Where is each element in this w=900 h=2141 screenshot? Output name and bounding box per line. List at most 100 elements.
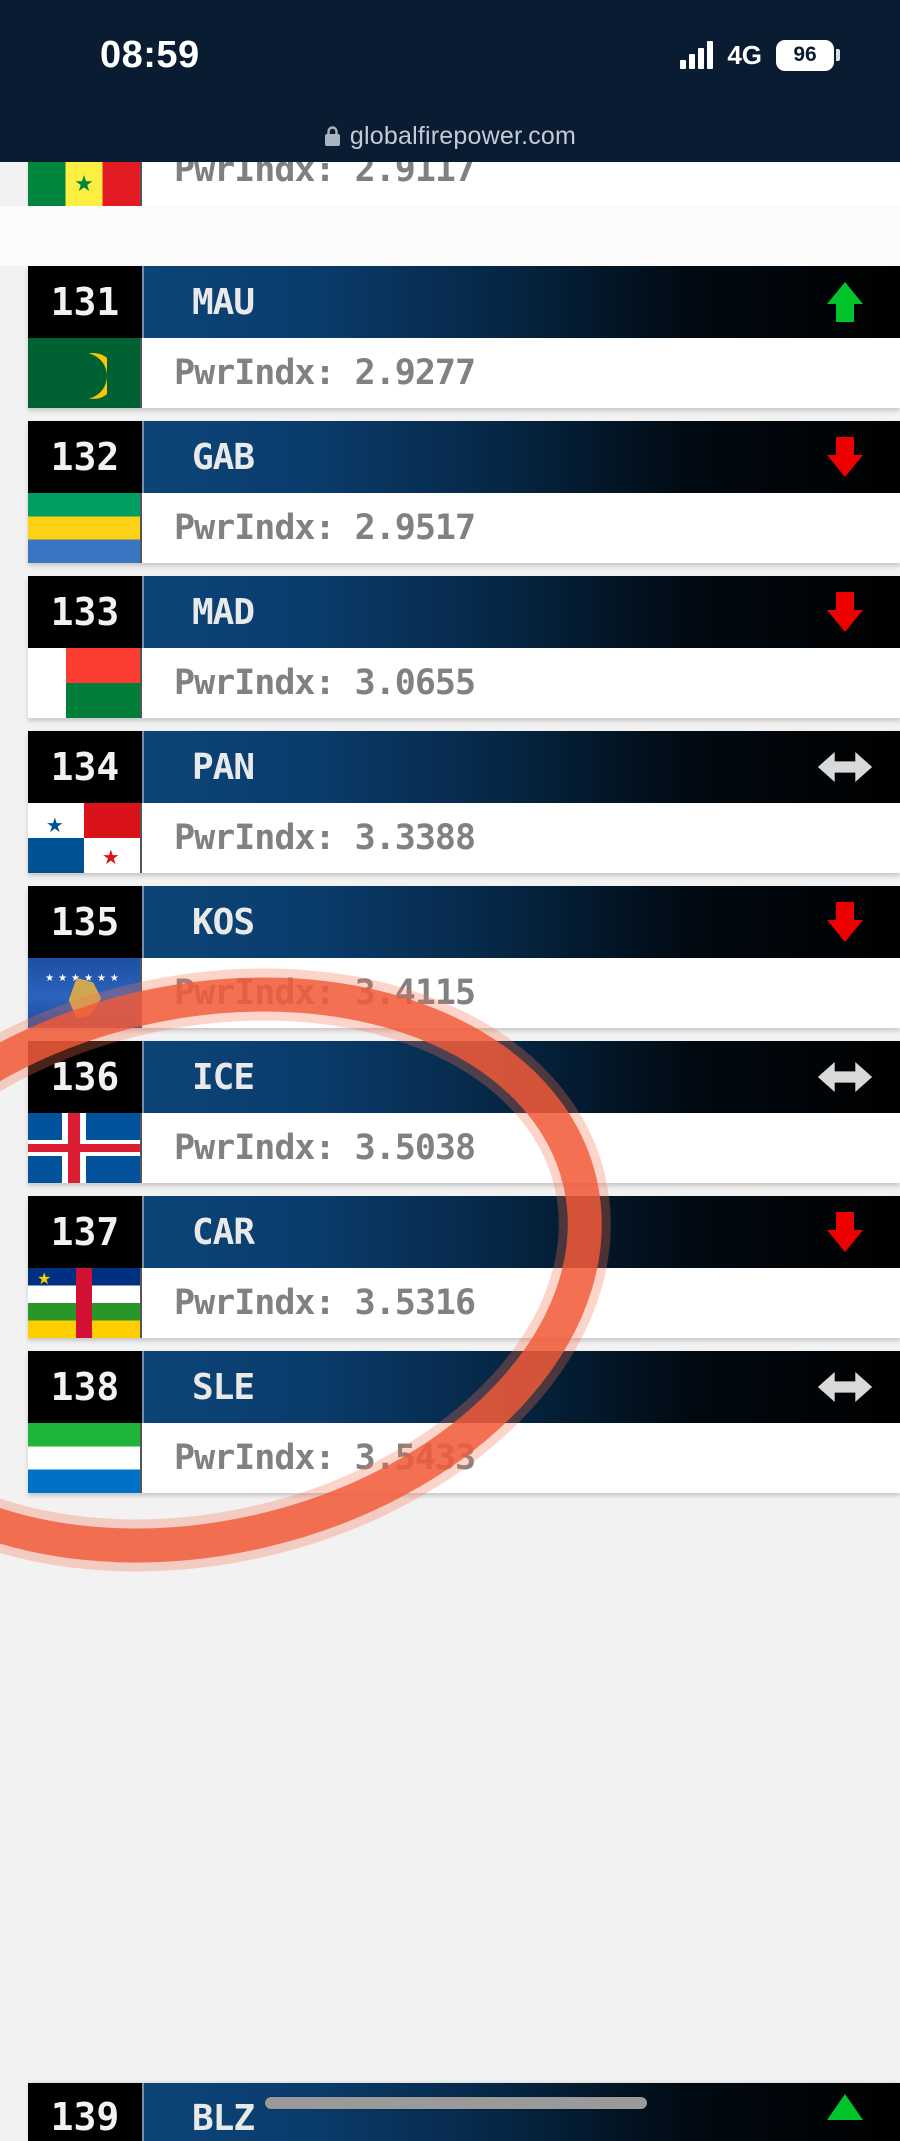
list-item[interactable]: 135 KOS ★★★★★★ PwrIndx: 3.4115 [28,886,900,1028]
country-name-bar[interactable]: ICE [142,1041,900,1113]
country-flag: ★ [28,162,142,206]
pwrindx-value: PwrIndx: 2.9117 [174,162,476,190]
pwrindx-value: PwrIndx: 2.9517 [174,508,476,548]
country-flag [28,648,142,718]
rank-number: 139 [28,2083,142,2141]
arrow-left-right-icon [816,1358,874,1416]
pwrindx-value: PwrIndx: 3.5433 [174,1438,476,1478]
country-name-bar[interactable]: KOS [142,886,900,958]
network-type-label: 4G [727,39,762,70]
pwrindx-value: PwrIndx: 3.3388 [174,818,476,858]
list-item-header[interactable]: 132 GAB [28,421,900,493]
arrow-down-icon [816,1203,874,1261]
arrow-left-right-icon [816,1048,874,1106]
arrow-down-icon [816,428,874,486]
pwrindx-cell: PwrIndx: 3.5316 [142,1268,900,1338]
list-item[interactable]: 136 ICE PwrIndx: 3.5038 [28,1041,900,1183]
pwrindx-cell: PwrIndx: 3.5433 [142,1423,900,1493]
list-item-body: ★ PwrIndx: 3.5316 [28,1268,900,1338]
rank-number: 134 [28,731,142,803]
list-item-body: ★ ★ PwrIndx: 3.3388 [28,803,900,873]
arrow-left-right-icon [816,738,874,796]
country-code: MAU [192,281,255,323]
list-item-body: PwrIndx: 3.5038 [28,1113,900,1183]
list-item-header[interactable]: 133 MAD [28,576,900,648]
list-item-body: PwrIndx: 3.5433 [28,1423,900,1493]
arrow-down-icon [816,583,874,641]
list-item-body: PwrIndx: 2.9517 [28,493,900,563]
country-name-bar[interactable]: MAD [142,576,900,648]
signal-bars-icon [680,41,714,69]
country-flag: ★ [28,1268,142,1338]
country-flag [28,493,142,563]
country-code: SLE [192,1366,255,1408]
battery-icon: 96 [776,39,840,71]
pwrindx-cell: PwrIndx: 3.0655 [142,648,900,718]
arrow-up-icon [816,273,874,331]
country-name-bar[interactable]: CAR [142,1196,900,1268]
country-flag [28,1423,142,1493]
rank-number: 137 [28,1196,142,1268]
status-bar-indicators: 4G 96 [680,39,840,71]
list-item[interactable]: 133 MAD PwrIndx: 3.0655 [28,576,900,718]
list-item-header[interactable]: 134 PAN [28,731,900,803]
pwrindx-cell: PwrIndx: 3.3388 [142,803,900,873]
list-item[interactable]: 132 GAB PwrIndx: 2.9517 [28,421,900,563]
rank-number: 132 [28,421,142,493]
list-item-header[interactable]: 137 CAR [28,1196,900,1268]
list-item[interactable]: 131 MAU ★ PwrIndx: 2.9277 [28,266,900,408]
country-name-bar[interactable]: BLZ [142,2083,900,2141]
list-item-header[interactable]: 136 ICE [28,1041,900,1113]
lock-icon [324,125,340,146]
status-bar-clock: 08:59 [100,33,200,76]
list-item-header[interactable]: 138 SLE [28,1351,900,1423]
country-name-bar[interactable]: GAB [142,421,900,493]
page-content: ★ PwrIndx: 2.9117 131 MAU ★ PwrIndx: 2.9277… [0,162,900,2141]
country-code: GAB [192,436,255,478]
country-flag: ★ [28,338,142,408]
country-name-bar[interactable]: SLE [142,1351,900,1423]
list-item-body: ★ PwrIndx: 2.9277 [28,338,900,408]
pwrindx-value: PwrIndx: 3.5038 [174,1128,476,1168]
battery-percent-label: 96 [776,39,834,71]
horizontal-scrollbar[interactable] [265,2097,647,2109]
country-name-bar[interactable]: PAN [142,731,900,803]
country-code: CAR [192,1211,255,1253]
list-item[interactable]: 138 SLE PwrIndx: 3.5433 [28,1351,900,1493]
country-code: BLZ [192,2098,255,2139]
content-gap [0,206,900,266]
country-flag [28,1113,142,1183]
country-code: ICE [192,1056,255,1098]
country-code: PAN [192,746,255,788]
pwrindx-cell: PwrIndx: 2.9517 [142,493,900,563]
country-code: KOS [192,901,255,943]
list-item-body: ★★★★★★ PwrIndx: 3.4115 [28,958,900,1028]
list-item-body: PwrIndx: 3.0655 [28,648,900,718]
pwrindx-cell: PwrIndx: 3.5038 [142,1113,900,1183]
list-item[interactable]: 134 PAN ★ ★ PwrIndx: 3.3388 [28,731,900,873]
pwrindx-cell: PwrIndx: 3.4115 [142,958,900,1028]
pwrindx-cell: PwrIndx: 2.9277 [142,338,900,408]
pwrindx-value: PwrIndx: 3.5316 [174,1283,476,1323]
rank-number: 136 [28,1041,142,1113]
rank-number: 133 [28,576,142,648]
rank-number: 138 [28,1351,142,1423]
status-bar: 08:59 4G 96 [0,0,900,110]
list-item-partial-top[interactable]: ★ PwrIndx: 2.9117 [28,162,900,206]
url-text: globalfirepower.com [349,121,577,150]
rank-number: 135 [28,886,142,958]
list-item[interactable]: 137 CAR ★ PwrIndx: 3.5316 [28,1196,900,1338]
arrow-down-icon [816,893,874,951]
browser-url-bar[interactable]: globalfirepower.com [0,110,900,162]
pwrindx-value: PwrIndx: 3.0655 [174,663,476,703]
battery-tip [836,49,840,61]
pwrindx-cell: PwrIndx: 2.9117 [142,162,900,206]
country-name-bar[interactable]: MAU [142,266,900,338]
pwrindx-value: PwrIndx: 2.9277 [174,353,476,393]
country-code: MAD [192,591,255,633]
list-item-header[interactable]: 135 KOS [28,886,900,958]
country-flag: ★★★★★★ [28,958,142,1028]
list-item-header[interactable]: 131 MAU [28,266,900,338]
rank-number: 131 [28,266,142,338]
list-item-partial-bottom[interactable]: 139 BLZ [28,2083,900,2141]
